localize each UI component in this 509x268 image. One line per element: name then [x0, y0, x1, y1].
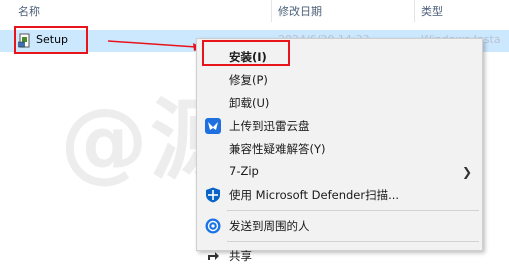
- menu-item-label: 共享: [229, 249, 252, 263]
- menu-item-label: 修复(P): [229, 73, 268, 87]
- menu-item-7zip[interactable]: 7-Zip ❯: [197, 160, 482, 184]
- menu-separator: [227, 210, 479, 211]
- context-menu: 安装(I) 修复(P) 卸载(U) 上传到迅雷云盘 兼容性疑难解答(Y) 7-Z…: [196, 38, 483, 263]
- menu-item-compat-troubleshoot[interactable]: 兼容性疑难解答(Y): [197, 137, 482, 161]
- menu-item-label: 卸载(U): [229, 96, 270, 110]
- highlight-box-install: [202, 40, 290, 66]
- menu-item-defender-scan[interactable]: 使用 Microsoft Defender扫描...: [197, 183, 482, 207]
- menu-separator: [227, 241, 479, 242]
- menu-item-label: 兼容性疑难解答(Y): [229, 142, 326, 156]
- column-header-type[interactable]: 类型: [421, 3, 443, 19]
- menu-item-share[interactable]: 共享: [197, 244, 482, 268]
- share-icon: [208, 252, 219, 260]
- highlight-box-file: [14, 26, 88, 54]
- menu-item-repair[interactable]: 修复(P): [197, 68, 482, 92]
- menu-item-uninstall[interactable]: 卸载(U): [197, 91, 482, 115]
- column-divider[interactable]: [414, 0, 415, 22]
- menu-item-label: 上传到迅雷云盘: [229, 119, 310, 133]
- column-header-name[interactable]: 名称: [18, 3, 40, 19]
- column-divider[interactable]: [271, 0, 272, 22]
- menu-item-label: 7-Zip: [229, 164, 259, 178]
- defender-shield-icon: [206, 187, 220, 203]
- xunlei-icon: [205, 118, 221, 134]
- nearby-share-icon: [205, 218, 221, 234]
- column-header-bar: 名称 修改日期 类型: [0, 0, 509, 22]
- chevron-right-icon: ❯: [461, 165, 472, 179]
- menu-item-upload-xunlei[interactable]: 上传到迅雷云盘: [197, 114, 482, 138]
- menu-item-nearby-share[interactable]: 发送到周围的人: [197, 214, 482, 238]
- menu-item-label: 发送到周围的人: [229, 219, 310, 233]
- menu-item-label: 使用 Microsoft Defender扫描...: [229, 188, 400, 202]
- column-header-date[interactable]: 修改日期: [278, 3, 322, 19]
